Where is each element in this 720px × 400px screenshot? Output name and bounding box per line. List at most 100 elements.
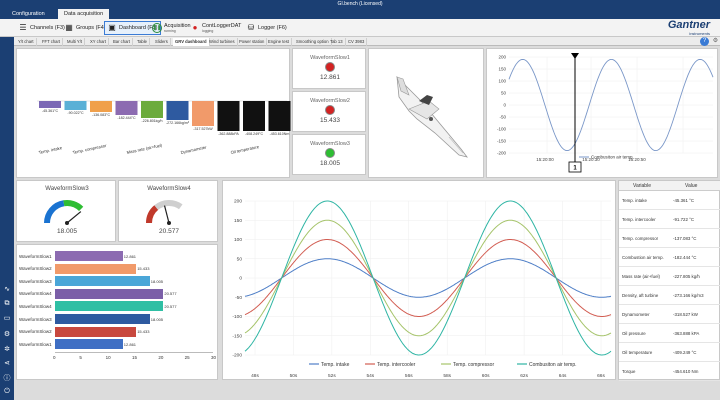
table-row[interactable]: Temp. intake -45.361 °C (619, 191, 720, 210)
cell-variable: Temp. intake (622, 198, 647, 203)
cell-variable: Torque (622, 369, 636, 374)
table-row[interactable]: Density, aft turbine -273.166 kg/m3 (619, 286, 720, 305)
logger-button[interactable]: ⛁ Logger (F6) (246, 21, 287, 35)
main-ytick-7: -150 (232, 333, 242, 339)
power-icon[interactable]: ⏻ (2, 387, 12, 397)
page-tab-2[interactable]: Multi Y/t (65, 38, 86, 46)
table-row[interactable]: Torque -454.610 Nm (619, 362, 720, 381)
hbar-xtick: 5 (79, 354, 82, 360)
hbar-label: WaveformSlow1 (19, 341, 52, 347)
main-ytick-3: 50 (237, 256, 243, 262)
hbar (55, 276, 150, 287)
main-ytick-6: -100 (232, 314, 242, 320)
bar-8 (243, 101, 265, 131)
hbar-label: WaveformSlow2 (19, 266, 52, 272)
page-tab-13[interactable]: CV 3983 (346, 38, 368, 46)
bar-9 (268, 101, 291, 131)
table-row[interactable]: Oil pressure -363.888 kPA (619, 324, 720, 343)
cursor-marker-icon[interactable] (571, 53, 579, 59)
gear-icon[interactable]: ✲ (2, 345, 12, 355)
header-value: Value (685, 183, 698, 189)
led-indicator (325, 105, 335, 115)
led-indicator (325, 148, 335, 158)
table-row[interactable]: Oil temperature -409.249 °C (619, 343, 720, 362)
page-tab-8[interactable]: Wind turbines (207, 38, 238, 46)
hbar (55, 314, 150, 324)
table-row[interactable]: Dynamometer -318.527 kW (619, 305, 720, 324)
cont-logger-button[interactable]: ● ContLoggerDAT logging (190, 21, 242, 35)
gauge-title: WaveformSlow4 (147, 186, 191, 192)
legend-item-2[interactable]: Temp. compressor (453, 362, 494, 368)
page-tab-0[interactable]: Y/t chart (16, 38, 37, 46)
legend-item-0[interactable]: Temp. intake (321, 362, 350, 368)
info-icon[interactable]: ⓘ (2, 374, 12, 384)
cell-value: -363.888 kPA (673, 331, 700, 336)
network-icon[interactable]: ⧉ (2, 299, 12, 309)
tab-configuration[interactable]: Configuration (6, 9, 51, 19)
legend-item-1[interactable]: Temp. intercooler (377, 362, 416, 368)
folder-icon[interactable]: ▭ (2, 314, 12, 324)
menu-bar: Configuration Data acquisition (0, 8, 720, 19)
settings-cog-icon[interactable]: ⚙ (711, 37, 720, 46)
bar-2 (90, 101, 112, 112)
gauge-value: 20.577 (159, 228, 179, 235)
bar-category-3: Dynamometer (180, 144, 207, 154)
sine-ytick-8: -200 (497, 151, 507, 156)
grid-icon: ▦ (65, 23, 73, 32)
page-tab-5[interactable]: Table (135, 38, 151, 46)
legend-item-3[interactable]: Combusiton air temp. (529, 362, 577, 368)
hbar-value: 12.861 (123, 341, 137, 347)
bar-category-4: Oil temperature (230, 144, 260, 155)
page-tab-10[interactable]: Engine test (266, 38, 292, 46)
acquisition-button[interactable]: ❚❚ Acquisition running (152, 21, 191, 35)
page-tab-6[interactable]: Sliders (153, 38, 171, 46)
sine-chart: 200150100500-50-100-150-20015:20:00 15:20… (497, 53, 714, 173)
table-row[interactable]: Temp. compressor -137.083 °C (619, 229, 720, 248)
help-icon[interactable]: ? (700, 37, 709, 46)
bar-value-0: -45.361°C (42, 109, 59, 113)
signal-icon[interactable]: ∿ (2, 285, 12, 295)
sine-ytick-0: 200 (498, 55, 506, 60)
page-tab-12[interactable]: Tab 13 (328, 38, 346, 46)
share-icon[interactable]: ⋖ (2, 359, 12, 369)
sine-ytick-2: 100 (498, 79, 506, 84)
table-row[interactable]: Temp. intercooler -91.722 °C (619, 210, 720, 229)
page-tab-11[interactable]: Smoothing option (294, 38, 332, 46)
pause-icon: ❚❚ (152, 23, 162, 33)
bar-value-6: -317.527kW (193, 127, 213, 131)
bar-value-1: -90.022°C (67, 111, 84, 115)
bar-5 (166, 101, 189, 120)
hbar-value: 15.433 (137, 329, 150, 335)
cell-variable: Density, aft turbine (622, 293, 659, 298)
hbar-value: 18.005 (150, 316, 164, 322)
main-ytick-0: 200 (234, 199, 242, 205)
channels-button[interactable]: ☰ Channels (F3) (18, 21, 64, 35)
page-tab-3[interactable]: XY chart (88, 38, 109, 46)
main-xtick-8: 64s (559, 373, 567, 379)
page-tab-9[interactable]: Power station (237, 38, 268, 46)
settings-icon[interactable]: ⚙ (2, 330, 12, 340)
hbar-xtick: 30 (211, 354, 217, 360)
aircraft-image (396, 75, 468, 158)
table-row[interactable]: Combustion air temp. -182.444 °C (619, 248, 720, 267)
page-tab-1[interactable]: FFT chart (40, 38, 64, 46)
page-tab-7[interactable]: GRV dashboard (173, 38, 210, 46)
hbar (55, 301, 164, 312)
variable-table: Variable Value Temp. intake -45.361 °C Temp.… (618, 180, 720, 381)
table-row[interactable]: Mass rate (air+fuel) -227.805 kg/h (619, 267, 720, 286)
gauge-needle (163, 205, 170, 224)
gauge-needle (66, 211, 82, 224)
bar-category-2: Mass rate (air+fuel) (126, 142, 163, 155)
tab-data-acquisition[interactable]: Data acquisition (58, 9, 110, 19)
window-title: GI.bench (Licensed) (0, 0, 720, 8)
hbar-value: 18.005 (150, 278, 164, 284)
groups-button[interactable]: ▦ Groups (F4) (64, 21, 105, 35)
page-tab-4[interactable]: Bar chart (111, 38, 133, 46)
led-value: 15.433 (320, 117, 340, 124)
dashboard-icon: ▣ (108, 23, 116, 32)
main-xtick-0: 48s (251, 373, 259, 379)
main-line-chart: 200 150 100 50 0 -50 -100 -150 -200 48s 50s 52s 54s 5… (232, 199, 612, 379)
toolbar: ☰ Channels (F3) ▦ Groups (F4) ▣ Dashboard (… (0, 19, 720, 37)
hbar-value: 12.861 (123, 253, 137, 259)
table-header: Variable Value (619, 181, 720, 191)
